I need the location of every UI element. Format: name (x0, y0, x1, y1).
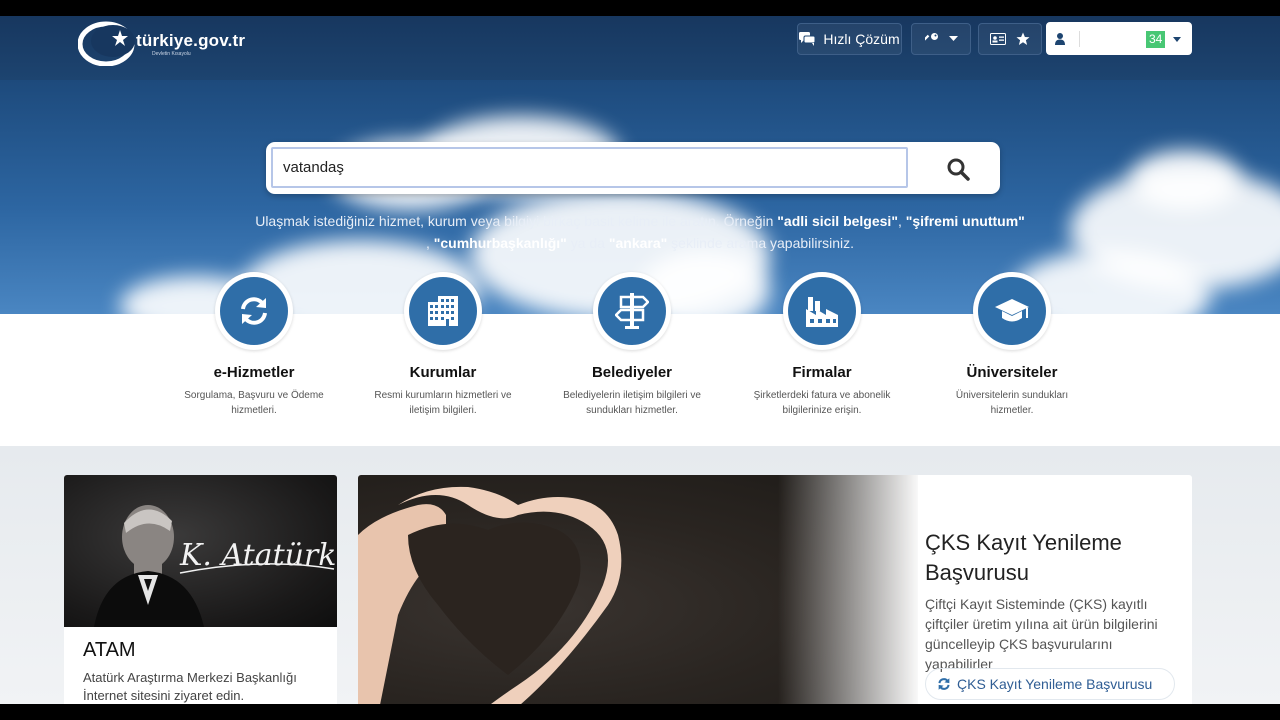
quick-solution-button[interactable]: Hızlı Çözüm (797, 23, 902, 55)
chat-bubbles-icon (799, 32, 816, 46)
category-title: Kurumlar (409, 364, 477, 381)
chevron-down-icon (948, 36, 958, 41)
category-description: Üniversitelerin sundukları hizmetler. (955, 390, 1069, 416)
category-description: Resmi kurumların hizmetleri ve iletişim … (374, 390, 512, 416)
signpost-icon (615, 293, 649, 329)
category-icon-circle (973, 272, 1051, 350)
example-query: "şifremi unuttum" (905, 213, 1025, 229)
top-navigation-bar: türkiye.gov.tr Devletin Kısayolu Hızlı Ç… (0, 16, 1280, 80)
key-icon (924, 33, 938, 42)
promo-title: ÇKS Kayıt Yenileme Başvurusu (925, 530, 1122, 585)
example-query: "ankara" (608, 235, 668, 251)
logo-tagline: Devletin Kısayolu (152, 51, 191, 57)
category-title: Belediyeler (591, 364, 673, 381)
category-icon-circle (215, 272, 293, 350)
search-box (266, 142, 1000, 194)
search-button[interactable] (944, 155, 972, 183)
star-icon[interactable] (1016, 32, 1030, 46)
category-universiteler[interactable]: Üniversiteler Üniversitelerin sundukları… (927, 272, 1097, 418)
site-logo[interactable]: türkiye.gov.tr Devletin Kısayolu (78, 20, 268, 66)
signature-text: K. Atatürk (179, 538, 336, 573)
category-icon-circle (404, 272, 482, 350)
example-query: "cumhurbaşkanlığı" (433, 235, 567, 251)
category-icon-circle (593, 272, 671, 350)
image-fade-overlay (778, 475, 938, 704)
quick-solution-label: Hızlı Çözüm (823, 31, 900, 47)
cloud-decoration (1130, 150, 1240, 210)
category-e-hizmetler[interactable]: e-Hizmetler Sorgulama, Başvuru ve Ödeme … (169, 272, 339, 418)
help-text-part: ya da (566, 235, 609, 251)
help-text-part: , (897, 213, 906, 229)
id-card-favorites-group (978, 23, 1042, 55)
building-icon (428, 296, 458, 326)
category-kurumlar[interactable]: Kurumlar Resmi kurumların hizmetleri ve … (358, 272, 528, 418)
help-text-part: , (425, 235, 434, 251)
cks-promo-card: ÇKS Kayıt Yenileme Başvurusu Çiftçi Kayı… (358, 475, 1192, 704)
factory-icon (806, 297, 838, 327)
refresh-icon (241, 297, 267, 325)
login-options-button[interactable] (911, 23, 971, 55)
logo-text: türkiye.gov.tr (136, 31, 246, 50)
category-title: e-Hizmetler (213, 364, 295, 381)
chevron-down-icon (1173, 37, 1181, 42)
user-name-redacted (1079, 30, 1151, 47)
page: türkiye.gov.tr Devletin Kısayolu Hızlı Ç… (0, 16, 1280, 704)
ataturk-portrait-image: K. Atatürk (64, 475, 337, 627)
category-title: Firmalar (792, 364, 852, 381)
refresh-icon (938, 678, 950, 690)
ataturk-signature-image: K. Atatürk (179, 538, 336, 574)
promo-description: Çiftçi Kayıt Sisteminde (ÇKS) kayıtlı çi… (925, 596, 1158, 672)
category-title: Üniversiteler (966, 364, 1058, 381)
category-section: e-Hizmetler Sorgulama, Başvuru ve Ödeme … (0, 272, 1280, 446)
user-icon (1055, 32, 1065, 45)
cks-application-link[interactable]: ÇKS Kayıt Yenileme Başvurusu (925, 668, 1175, 700)
category-icon-circle (783, 272, 861, 350)
featured-content-section: K. Atatürk ATAM Atatürk Araştırma Merkez… (0, 446, 1280, 704)
search-help-text: Ulaşmak istediğiniz hizmet, kurum veya b… (0, 210, 1280, 254)
category-description: Belediyelerin iletişim bilgileri ve sund… (563, 390, 701, 416)
id-card-icon[interactable] (990, 33, 1006, 45)
category-description: Şirketlerdeki fatura ve abonelik bilgile… (753, 390, 891, 416)
category-firmalar[interactable]: Firmalar Şirketlerdeki fatura ve aboneli… (737, 272, 907, 418)
search-input[interactable] (271, 147, 908, 188)
search-icon (947, 158, 970, 181)
cks-link-label: ÇKS Kayıt Yenileme Başvurusu (957, 676, 1153, 692)
atam-card-title: ATAM (83, 639, 136, 661)
user-account-button[interactable]: 34 (1046, 22, 1192, 55)
category-description: Sorgulama, Başvuru ve Ödeme hizmetleri. (184, 390, 324, 416)
user-name-suffix: 34 (1146, 31, 1166, 48)
help-text-part: şeklinde arama yapabilirsiniz. (667, 235, 855, 251)
graduation-cap-icon (995, 299, 1029, 322)
atam-card-description: Atatürk Araştırma Merkezi Başkanlığı İnt… (83, 670, 297, 703)
category-belediyeler[interactable]: Belediyeler Belediyelerin iletişim bilgi… (547, 272, 717, 418)
example-query: "adli sicil belgesi" (777, 213, 898, 229)
atam-card[interactable]: K. Atatürk ATAM Atatürk Araştırma Merkez… (64, 475, 337, 704)
help-text-part: Ulaşmak istediğiniz hizmet, kurum veya b… (255, 213, 778, 229)
